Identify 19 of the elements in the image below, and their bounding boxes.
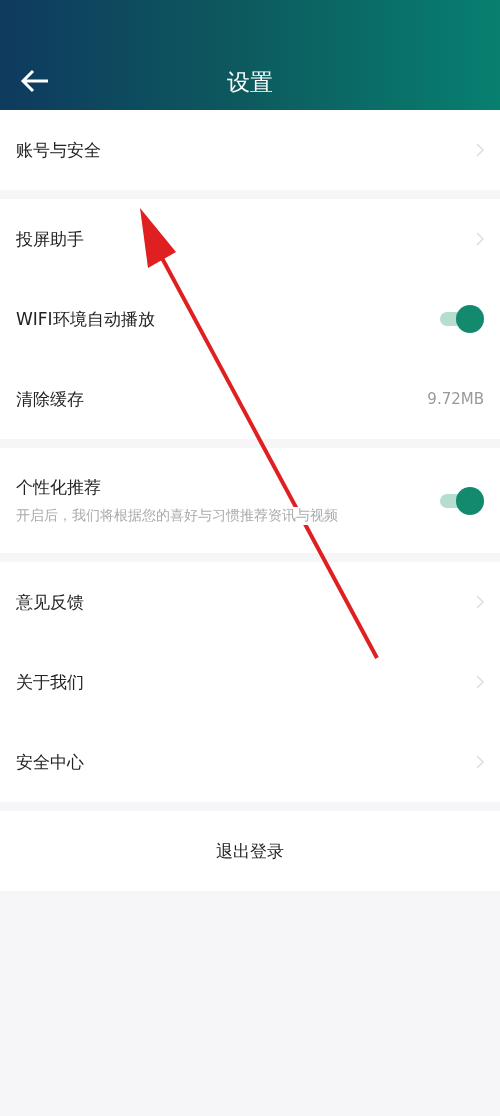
setting-label[interactable]: WIFI环境自动播放 [16, 307, 440, 331]
chevron-icon [476, 675, 484, 689]
setting-label[interactable]: 关于我们 [16, 670, 476, 694]
setting-label[interactable]: 投屏助手 [16, 227, 476, 251]
setting-label[interactable]: 安全中心 [16, 750, 476, 774]
chevron-icon [476, 143, 484, 157]
setting-label[interactable]: 意见反馈 [16, 590, 476, 614]
chevron-icon [476, 232, 484, 246]
toggle-switch[interactable] [440, 485, 484, 516]
page-title: 设置 [227, 67, 273, 97]
chevron-icon [476, 755, 484, 769]
setting-description: 开启后，我们将根据您的喜好与习惯推荐资讯与视频 [16, 507, 338, 525]
back-arrow-icon[interactable] [20, 68, 50, 94]
setting-label[interactable]: 个性化推荐 [16, 476, 440, 499]
toggle-switch[interactable] [440, 304, 484, 334]
logout-button[interactable]: 退出登录 [0, 811, 500, 891]
chevron-icon [476, 595, 484, 609]
setting-label[interactable]: 清除缓存 [16, 387, 428, 411]
cache-size: 9.72MB [427, 390, 484, 408]
